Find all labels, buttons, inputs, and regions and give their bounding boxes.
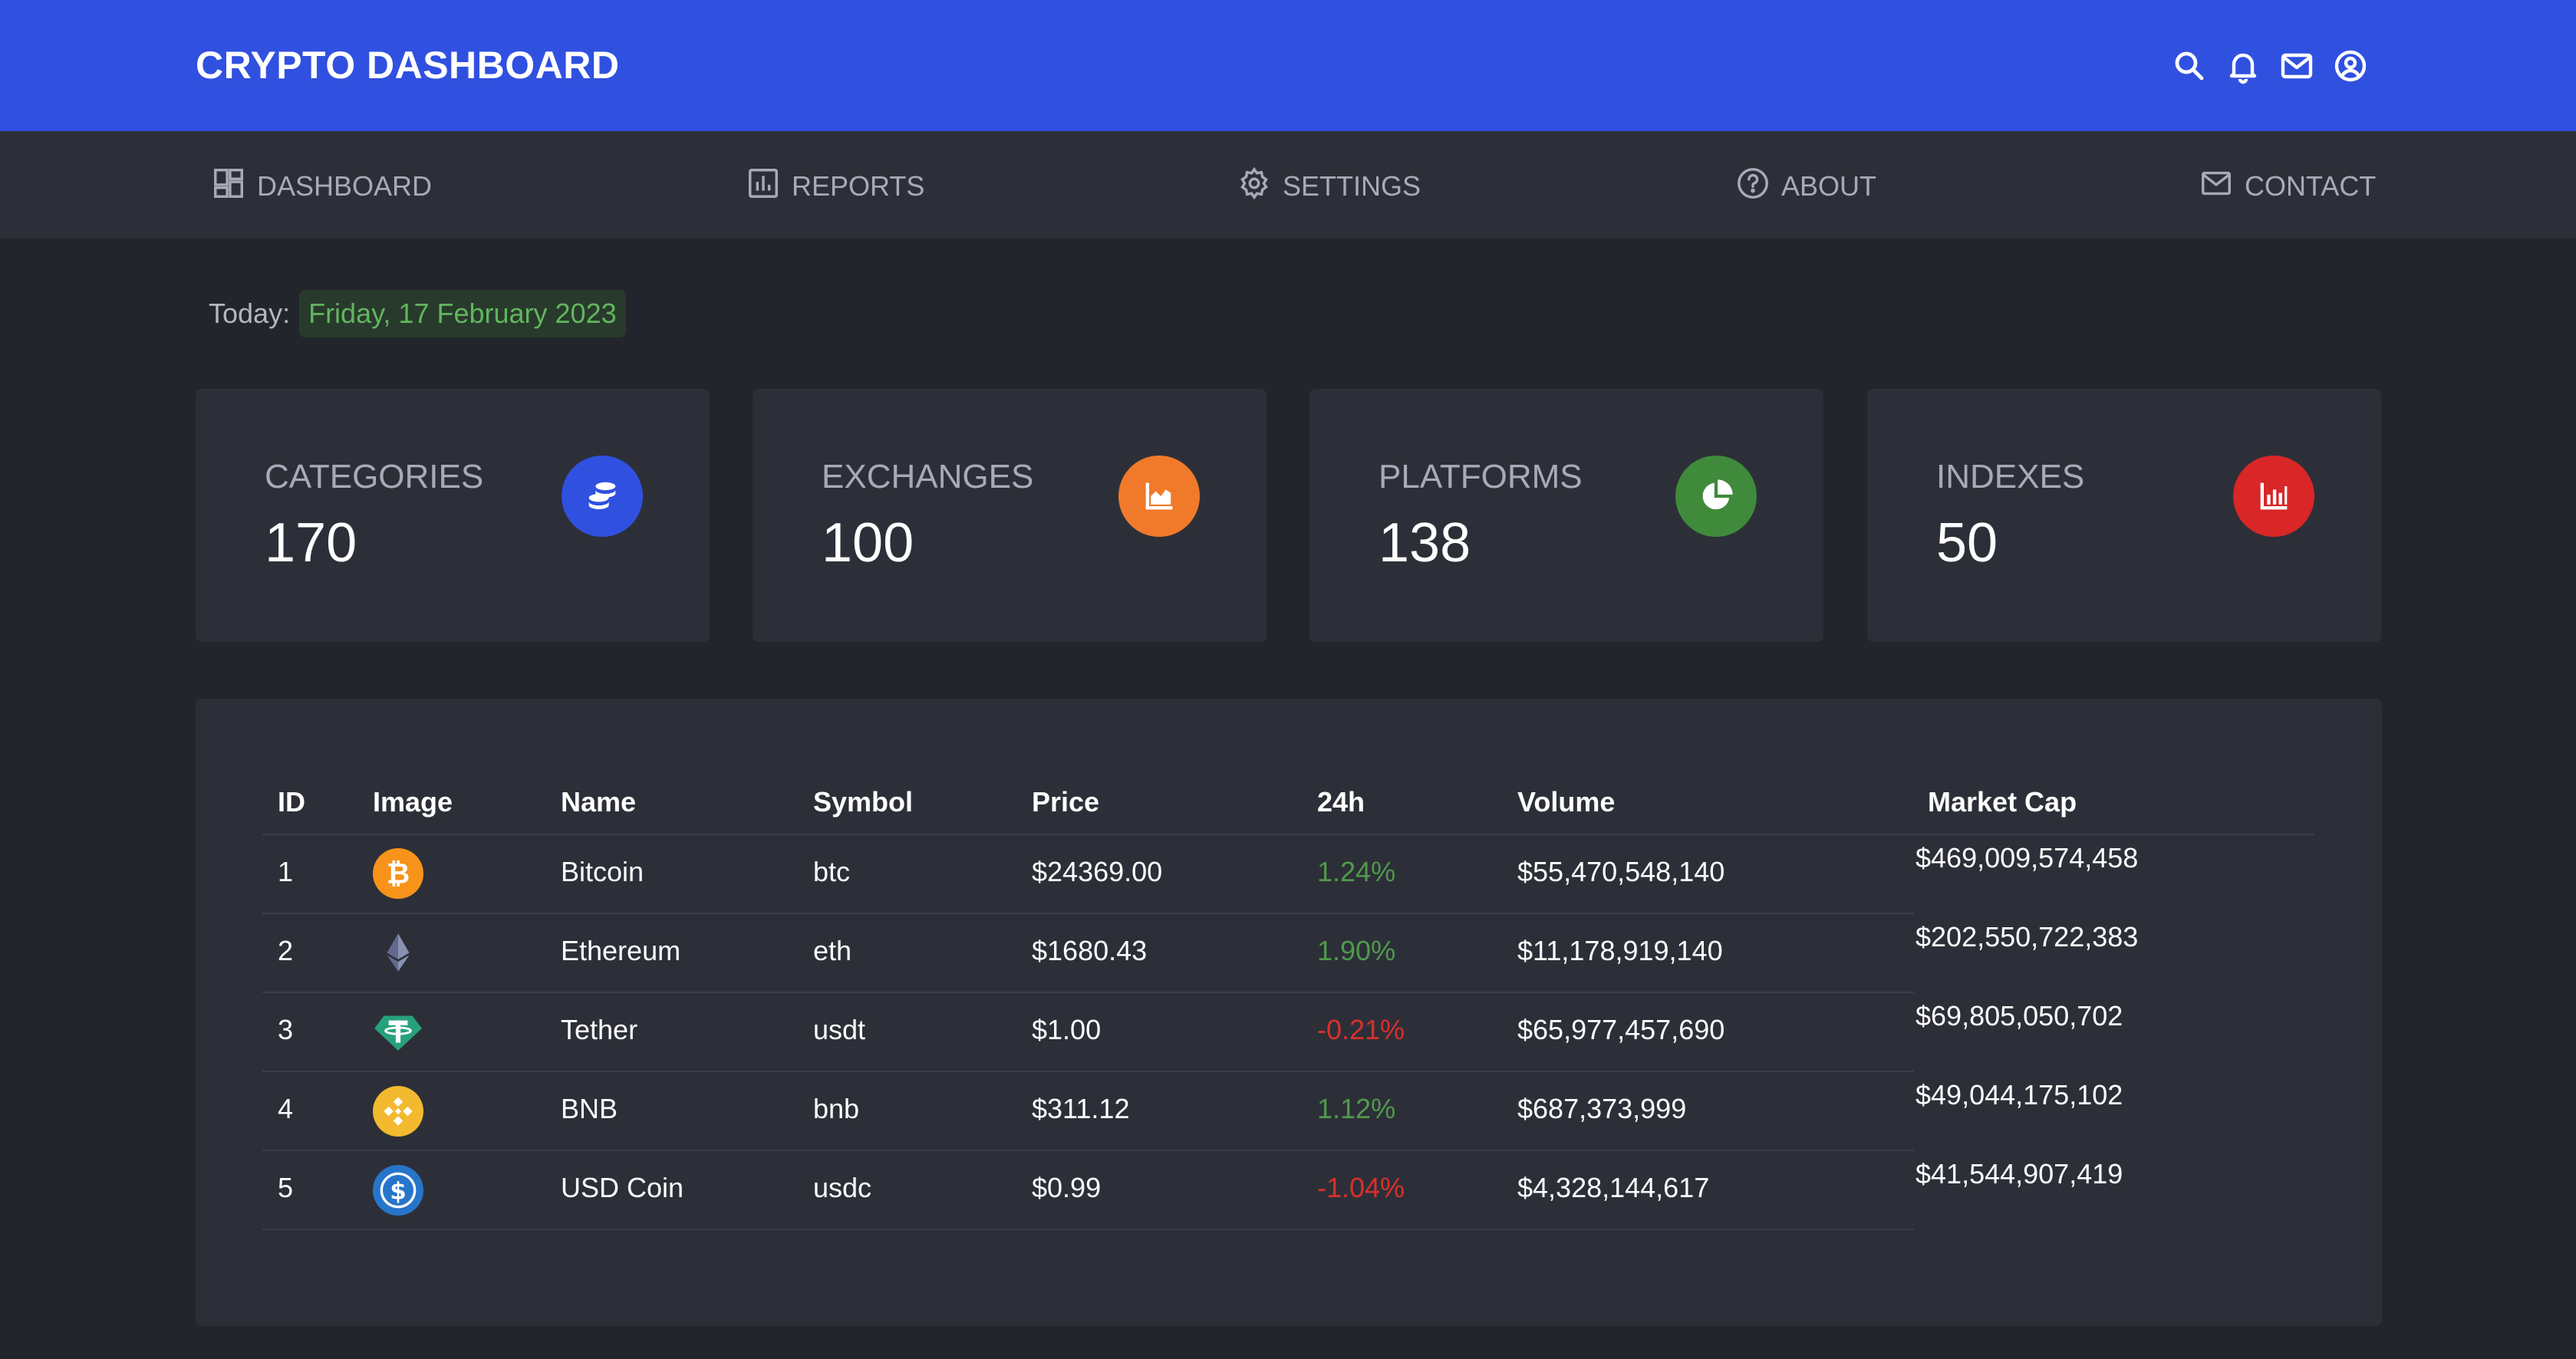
row-divider [262, 992, 1914, 993]
column-header-id: ID [278, 786, 305, 818]
stat-label: INDEXES [1936, 458, 2085, 495]
cell-symbol: eth [813, 935, 852, 966]
cell-name: Bitcoin [561, 856, 644, 887]
stat-label: EXCHANGES [822, 458, 1034, 495]
column-header-name: Name [561, 786, 637, 818]
today-row: Today: Friday, 17 February 2023 [209, 290, 626, 337]
cell-change: -0.21% [1317, 1014, 1405, 1045]
cell-id: 4 [278, 1093, 294, 1124]
column-header-volume: Volume [1517, 786, 1616, 818]
stat-value: 170 [265, 512, 357, 574]
nav-item-settings[interactable]: SETTINGS [1237, 166, 1421, 208]
dashboard-icon [211, 166, 246, 208]
help-icon [1735, 166, 1771, 208]
cell-price: $24369.00 [1032, 856, 1163, 887]
today-label: Today: [209, 298, 291, 329]
column-header-image: Image [373, 786, 453, 818]
stat-card-indexes: INDEXES 50 [1867, 389, 2381, 642]
header-actions [2171, 48, 2369, 84]
svg-text:$: $ [390, 1177, 407, 1205]
column-header-symbol: Symbol [813, 786, 914, 818]
svg-text:₿: ₿ [387, 857, 410, 890]
cell-price: $0.99 [1032, 1172, 1102, 1203]
stat-value: 100 [822, 512, 914, 574]
area-chart-icon [1118, 456, 1200, 537]
cell-market-cap: $202,550,722,383 [1916, 921, 2139, 953]
cell-id: 2 [278, 935, 294, 966]
cell-volume: $11,178,919,140 [1517, 935, 1723, 966]
row-divider [262, 1229, 1914, 1230]
cell-change: 1.24% [1317, 856, 1396, 887]
cell-change: -1.04% [1317, 1172, 1405, 1203]
cell-market-cap: $41,544,907,419 [1916, 1158, 2123, 1190]
cell-volume: $687,373,999 [1517, 1093, 1687, 1124]
nav-item-about[interactable]: ABOUT [1735, 166, 1877, 208]
date-badge: Friday, 17 February 2023 [299, 290, 626, 337]
bar-chart-icon [2233, 456, 2314, 537]
cell-id: 1 [278, 856, 294, 887]
cell-symbol: usdt [813, 1014, 866, 1045]
nav-item-contact[interactable]: CONTACT [2199, 168, 2376, 205]
gear-icon [1237, 166, 1272, 208]
reports-icon [746, 166, 781, 208]
cell-price: $1.00 [1032, 1014, 1102, 1045]
bitcoin-icon: ₿ [373, 848, 423, 899]
main-nav: DASHBOARD REPORTS SETTINGS ABOUT CONTACT [0, 131, 2576, 239]
app-title: CRYPTO DASHBOARD [196, 44, 620, 87]
nav-label-settings: SETTINGS [1283, 170, 1421, 202]
cell-symbol: usdc [813, 1172, 872, 1203]
cell-name: BNB [561, 1093, 618, 1124]
nav-label-reports: REPORTS [792, 170, 925, 202]
bell-icon[interactable] [2225, 48, 2261, 84]
cell-volume: $4,328,144,617 [1517, 1172, 1710, 1203]
cell-id: 5 [278, 1172, 294, 1203]
cell-change: 1.90% [1317, 935, 1396, 966]
column-header-24h: 24h [1317, 786, 1365, 818]
cell-volume: $55,470,548,140 [1517, 856, 1725, 887]
cell-price: $1680.43 [1032, 935, 1148, 966]
nav-item-dashboard[interactable]: DASHBOARD [211, 168, 432, 205]
usd-coin-icon: $ [373, 1165, 423, 1216]
cell-symbol: btc [813, 856, 851, 887]
bnb-icon [373, 1086, 423, 1137]
cell-market-cap: $69,805,050,702 [1916, 1000, 2123, 1032]
cell-market-cap: $49,044,175,102 [1916, 1079, 2123, 1111]
row-divider [262, 913, 1914, 914]
cell-change: 1.12% [1317, 1093, 1396, 1124]
column-header-price: Price [1032, 786, 1100, 818]
column-header-market-cap: Market Cap [1928, 786, 2077, 818]
mail-icon [2199, 166, 2234, 208]
cell-market-cap: $469,009,574,458 [1916, 842, 2139, 874]
cell-id: 3 [278, 1014, 294, 1045]
cell-symbol: bnb [813, 1093, 860, 1124]
stat-label: PLATFORMS [1379, 458, 1583, 495]
row-divider [262, 1071, 1914, 1072]
cell-name: Ethereum [561, 935, 681, 966]
stat-card-exchanges: EXCHANGES 100 [753, 389, 1267, 642]
ethereum-icon [373, 927, 423, 978]
user-icon[interactable] [2332, 48, 2369, 84]
search-icon[interactable] [2171, 48, 2208, 84]
row-divider [262, 1150, 1914, 1151]
coins-icon [562, 456, 643, 537]
stat-value: 50 [1936, 512, 1998, 574]
stat-card-platforms: PLATFORMS 138 [1309, 389, 1823, 642]
header-divider [262, 834, 2314, 835]
top-bar: CRYPTO DASHBOARD [0, 0, 2576, 131]
pie-chart-icon [1675, 456, 1757, 537]
stat-label: CATEGORIES [265, 458, 484, 495]
mail-icon[interactable] [2278, 48, 2315, 84]
cell-volume: $65,977,457,690 [1517, 1014, 1725, 1045]
cell-name: USD Coin [561, 1172, 684, 1203]
tether-icon [373, 1005, 423, 1055]
cell-name: Tether [561, 1014, 638, 1045]
cell-price: $311.12 [1032, 1093, 1130, 1124]
nav-label-contact: CONTACT [2245, 170, 2377, 202]
nav-item-reports[interactable]: REPORTS [746, 168, 924, 205]
nav-label-dashboard: DASHBOARD [257, 170, 433, 202]
stat-card-categories: CATEGORIES 170 [196, 389, 710, 642]
nav-label-about: ABOUT [1781, 170, 1877, 202]
stat-value: 138 [1379, 512, 1471, 574]
